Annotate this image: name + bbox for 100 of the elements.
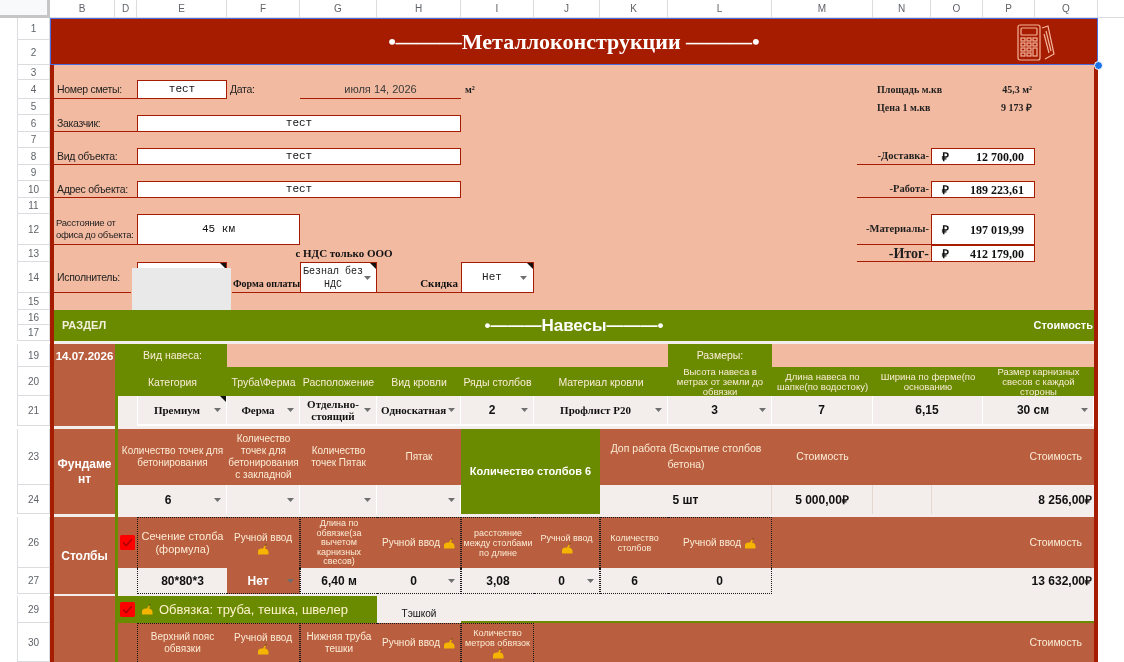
caret-icon[interactable]: [1081, 408, 1088, 412]
header-cell: Длина навеса по шапке(по водостоку): [772, 367, 873, 396]
input-field[interactable]: тест: [137, 80, 227, 99]
dropdown[interactable]: 0: [534, 568, 600, 594]
dropdown[interactable]: 3: [668, 396, 772, 426]
column-header[interactable]: D: [115, 0, 137, 18]
row-header[interactable]: 21: [17, 396, 50, 426]
column-header[interactable]: L: [668, 0, 772, 18]
row-header[interactable]: 20: [17, 367, 50, 396]
row-header[interactable]: 7: [17, 132, 50, 148]
caret-icon[interactable]: [364, 275, 371, 280]
writing-hand-icon: [491, 647, 504, 659]
column-header[interactable]: N: [873, 0, 931, 18]
caret-icon[interactable]: [759, 408, 766, 412]
row-header[interactable]: 5: [17, 99, 50, 115]
column-header[interactable]: J: [534, 0, 600, 18]
caret-icon[interactable]: [521, 408, 528, 412]
column-header[interactable]: O: [931, 0, 983, 18]
checkbox[interactable]: [120, 535, 135, 550]
caret-icon[interactable]: [520, 275, 527, 280]
column-header[interactable]: B: [50, 0, 115, 18]
caret-icon[interactable]: [587, 578, 594, 583]
header-cell: Нижняя труба тешки: [300, 623, 377, 662]
row-header[interactable]: 13: [17, 245, 50, 262]
row-header[interactable]: 1: [17, 18, 50, 40]
header-cell: Категория: [118, 367, 227, 396]
note-marker-icon: [370, 263, 376, 269]
caret-icon[interactable]: [448, 578, 455, 583]
dropdown[interactable]: 30 см: [983, 396, 1094, 426]
column-header[interactable]: P: [983, 0, 1035, 18]
header-cell: Вид кровли: [377, 367, 461, 396]
row-header[interactable]: 12: [17, 214, 50, 245]
column-header[interactable]: M: [772, 0, 873, 18]
caret-icon[interactable]: [287, 497, 294, 502]
input-field[interactable]: [137, 262, 227, 268]
caret-icon[interactable]: [364, 497, 371, 502]
caret-icon[interactable]: [214, 497, 221, 502]
header-cell: Размер карнизных свесов с каждой стороны: [983, 367, 1094, 396]
table-cell: 7: [772, 396, 873, 426]
dropdown[interactable]: 6: [118, 485, 227, 514]
caret-icon[interactable]: [448, 497, 455, 502]
input-field[interactable]: тест: [137, 115, 461, 132]
header-cell: Верхний пояс обвязки: [137, 623, 227, 662]
header-cell: Труба\Ферма: [227, 367, 300, 396]
dropdown[interactable]: Ферма: [227, 396, 300, 426]
input-field[interactable]: 45 км: [137, 214, 300, 245]
row-header[interactable]: 23: [17, 429, 50, 485]
row-header[interactable]: 24: [17, 485, 50, 514]
row-header[interactable]: 3: [17, 65, 50, 80]
section-label-cell: Фундамент: [54, 429, 115, 514]
dropdown[interactable]: Безнал без НДС: [300, 262, 377, 293]
caret-icon[interactable]: [214, 408, 221, 412]
column-header[interactable]: Q: [1035, 0, 1098, 18]
summary-value: 45,3 м²: [1001, 83, 1033, 97]
dropdown[interactable]: Нет: [461, 262, 534, 293]
dropdown[interactable]: Премиум: [137, 396, 227, 426]
row-header[interactable]: 6: [17, 115, 50, 132]
dropdown[interactable]: 0: [377, 568, 461, 594]
row-header[interactable]: 16: [17, 310, 50, 325]
caret-icon[interactable]: [448, 408, 456, 412]
checkbox[interactable]: [120, 602, 135, 617]
dropdown[interactable]: Односкатная: [377, 396, 461, 426]
dropdown[interactable]: Отдельно-стоящий: [300, 396, 377, 426]
column-header[interactable]: H: [377, 0, 461, 18]
row-header[interactable]: 4: [17, 80, 50, 99]
caret-icon[interactable]: [655, 408, 662, 412]
row-header[interactable]: 17: [17, 325, 50, 341]
dropdown[interactable]: Нет: [227, 568, 300, 594]
table-cell: 6,40 м: [300, 568, 377, 594]
column-header[interactable]: E: [137, 0, 227, 18]
row-header[interactable]: 27: [17, 568, 50, 594]
row-header[interactable]: 29: [17, 596, 50, 623]
row-header[interactable]: 9: [17, 165, 50, 181]
caret-icon[interactable]: [287, 408, 294, 412]
row-header[interactable]: 15: [17, 293, 50, 310]
row-header[interactable]: 14: [17, 262, 50, 293]
column-header[interactable]: I: [461, 0, 534, 18]
row-header[interactable]: 26: [17, 517, 50, 568]
summary-label: Площадь м.кв: [876, 83, 944, 97]
row-header[interactable]: 10: [17, 181, 50, 198]
dropdown[interactable]: Профлист Р20: [534, 396, 668, 426]
column-header[interactable]: K: [600, 0, 668, 18]
input-field[interactable]: тест: [137, 148, 461, 165]
header-text: Ручной ввод: [683, 537, 741, 549]
row-header[interactable]: 11: [17, 198, 50, 214]
row-header[interactable]: 30: [17, 623, 50, 662]
caret-icon[interactable]: [364, 408, 371, 412]
row-header[interactable]: 19: [17, 344, 50, 367]
header-cell: Ширина по ферме(по основанию: [873, 367, 983, 396]
header-text: Ручной ввод: [382, 637, 440, 649]
writing-hand-icon: [560, 542, 573, 554]
column-header[interactable]: G: [300, 0, 377, 18]
header-cell: Длина по обвязке(за вычетом карнизных свесов): [300, 517, 377, 568]
row-header[interactable]: 8: [17, 148, 50, 165]
table-cell: 5 000,00₽: [772, 485, 873, 514]
input-field[interactable]: тест: [137, 181, 461, 198]
dropdown[interactable]: 2: [461, 396, 534, 426]
row-header[interactable]: 2: [17, 40, 50, 65]
column-header[interactable]: F: [227, 0, 300, 18]
note-marker-icon: [527, 263, 533, 269]
